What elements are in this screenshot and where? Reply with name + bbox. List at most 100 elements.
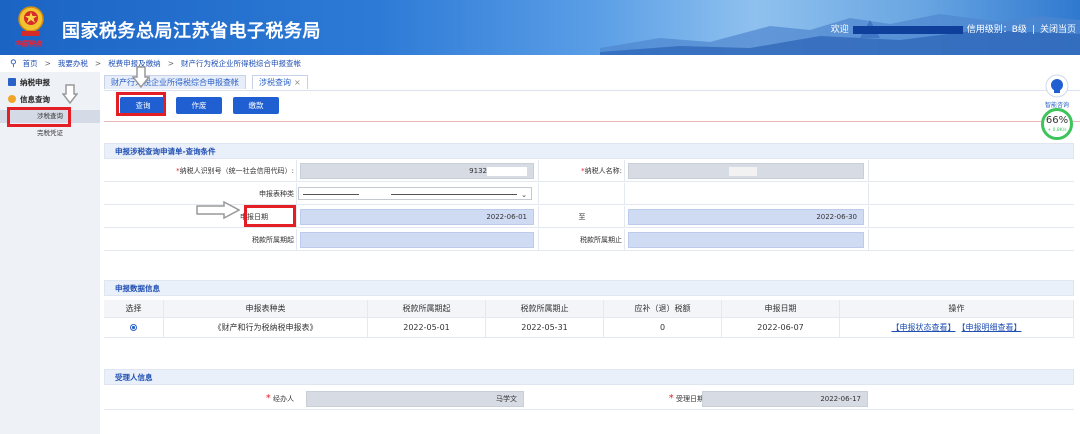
site-header: 中国税务 国家税务总局江苏省电子税务局 欢迎 信用级别：B级 | 关闭当页 [0,0,1080,55]
cell-period-start: 2022-05-01 [368,318,486,338]
to-label: 至 [578,213,586,221]
cell-divider [538,160,539,182]
select-underline [303,194,359,195]
cell-divider [538,183,539,205]
form-row-tax-period: 税款所属期起 税款所属期止 [104,229,1074,251]
report-date-to-field[interactable]: 2022-06-30 [628,209,864,225]
annotation-down-arrow-icon [62,84,78,104]
network-speed-widget: 66% + 0.8K/s [1041,108,1073,140]
form-row-taxpayer: *纳税人识别号（统一社会信用代码）: 9132 *纳税人名称: [104,160,1074,182]
period-start-field[interactable] [300,232,534,248]
headset-icon [1045,74,1069,98]
accept-date-field[interactable]: 2022-06-17 [702,391,868,407]
column-header: 应补（退）税额 [604,300,722,318]
period-end-field[interactable] [628,232,864,248]
grid-icon [8,78,16,86]
sidebar-item-info-query[interactable]: 信息查询 [8,94,50,105]
view-detail-link[interactable]: 【申报明细查看】 [962,323,1022,332]
cell-divider [296,183,297,205]
breadcrumb-separator: > [44,59,51,68]
cell-operations: 【申报状态查看】 【申报明细查看】 [840,318,1074,338]
pay-button[interactable]: 缴款 [233,97,279,114]
site-title: 国家税务总局江苏省电子税务局 [62,21,321,42]
breadcrumb-separator: > [94,59,102,68]
tab-combined-declare[interactable]: 财产行为税企业所得税综合申报查帐 [104,75,246,89]
credit-level: 信用级别：B级 [966,25,1027,35]
welcome-text: 欢迎 [830,25,849,35]
highlight-box-report-date [244,205,296,227]
cell-divider [624,206,625,228]
close-tab-icon[interactable]: × [294,78,301,87]
speed-rate: + 0.8K/s [1047,128,1067,133]
sidebar-item-declare[interactable]: 纳税申报 [8,77,50,88]
taxpayer-id-field[interactable]: 9132 [300,163,534,179]
annotation-right-arrow-icon [196,201,240,219]
sidebar-item-tax-certificate[interactable]: 完税凭证 [0,127,100,139]
accept-date-label: * 受理日期 [668,393,704,404]
cell-divider [296,229,297,251]
cell-report-date: 2022-06-07 [722,318,840,338]
data-section-title: 申报数据信息 [104,280,1074,296]
redacted-username [852,25,963,34]
column-header: 操作 [840,300,1074,318]
select-underline [391,194,517,195]
form-row-report-type: 申报表种类 ⌄ [104,183,1074,205]
emblem-caption: 中国税务 [14,39,42,48]
query-section-title: 申报涉税查询申请单-查询条件 [104,143,1074,159]
sidebar-item-label: 纳税申报 [20,78,50,87]
breadcrumb-item-tax[interactable]: 我要办税 [58,59,88,68]
row-select-radio[interactable] [104,318,164,338]
period-end-label: 税款所属期止 [580,236,622,244]
radio-selected-icon[interactable] [130,324,137,331]
cell-divider [624,229,625,251]
tab-label: 涉税查询 [259,78,291,87]
column-header: 申报日期 [722,300,840,318]
redacted-name [729,166,757,176]
toolbar: 查询 作废 缴款 [104,90,1080,120]
header-user-area: 欢迎 信用级别：B级 | 关闭当页 [831,22,1076,35]
form-row-handler: * 经办人 马学文 * 受理日期 2022-06-17 [104,388,1074,410]
cell-divider [296,160,297,182]
highlight-box-query-button [116,92,166,116]
view-status-link[interactable]: 【申报状态查看】 [892,323,956,332]
column-header: 选择 [104,300,164,318]
handler-field[interactable]: 马学文 [306,391,524,407]
breadcrumb: ⚲ 首页 > 我要办税 > 税费申报及缴纳 > 财产行为税企业所得税综合申报查帐 [0,57,1080,71]
taxpayer-id-label: *纳税人识别号（统一社会信用代码）: [176,167,294,175]
column-header: 税款所属期起 [368,300,486,318]
cell-divider [868,160,869,182]
period-start-label: 税款所属期起 [252,236,294,244]
void-button[interactable]: 作废 [176,97,222,114]
sidebar-item-label: 信息查询 [20,95,50,104]
taxpayer-name-label: *纳税人名称: [581,167,622,175]
chevron-down-icon: ⌄ [521,191,527,199]
cell-period-end: 2022-05-31 [486,318,604,338]
close-page-link[interactable]: 关闭当页 [1040,25,1076,35]
cell-divider [624,160,625,182]
column-header: 税款所属期止 [486,300,604,318]
info-icon [8,95,16,103]
cell-divider [868,229,869,251]
annotation-down-arrow-icon [132,66,150,88]
cell-divider [624,183,625,205]
breadcrumb-separator: > [167,59,174,68]
handler-section-title: 受理人信息 [104,369,1074,385]
report-type-select[interactable]: ⌄ [298,187,532,200]
breadcrumb-item-current: 财产行为税企业所得税综合申报查帐 [180,59,301,68]
location-pin-icon: ⚲ [10,59,17,69]
highlight-box-tax-query [7,107,71,127]
tab-tax-query[interactable]: 涉税查询 × [252,75,308,89]
cell-report-type: 《财产和行为税纳税申报表》 [164,318,368,338]
divider [104,121,1080,122]
column-header: 申报表种类 [164,300,368,318]
cell-divider [538,229,539,251]
tab-label: 财产行为税企业所得税综合申报查帐 [111,78,239,87]
speed-percent: 66% [1045,115,1069,126]
redacted-id [487,166,527,176]
cell-divider [538,206,539,228]
cell-divider [296,206,297,228]
cell-divider [868,183,869,205]
breadcrumb-home[interactable]: 首页 [23,59,38,68]
report-date-from-field[interactable]: 2022-06-01 [300,209,534,225]
taxpayer-name-field[interactable] [628,163,864,179]
